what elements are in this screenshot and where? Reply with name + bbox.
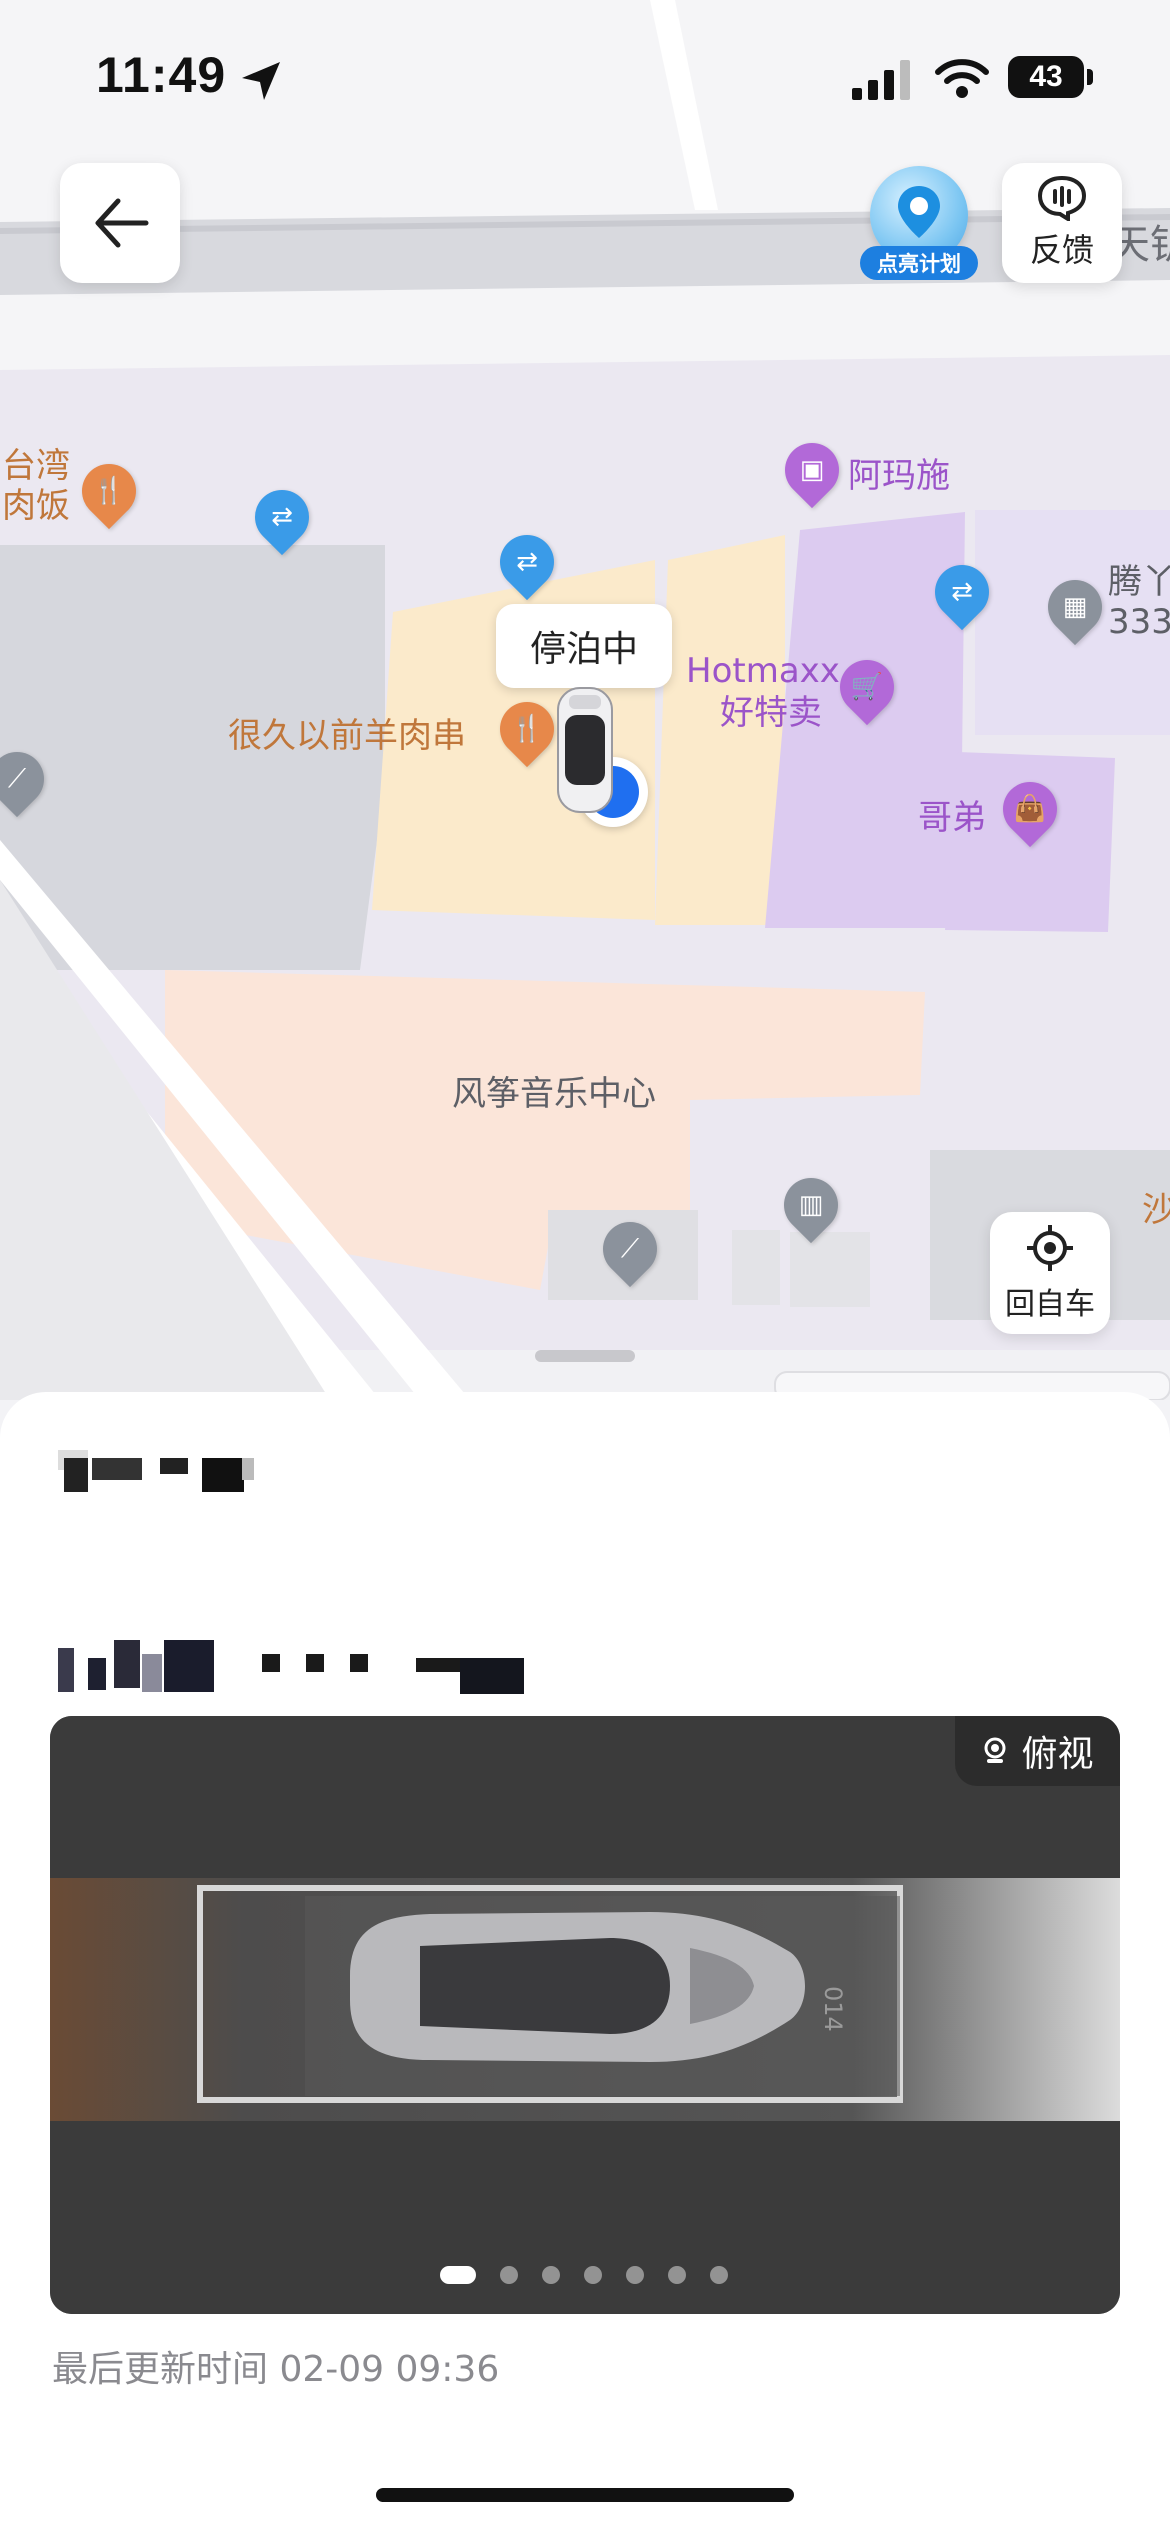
signal-bars-icon [852,60,910,100]
pager-dot[interactable] [626,2266,644,2284]
parking-pin-icon[interactable]: ⇄ [243,478,321,556]
poi-taiwan-label-line2: 肉饭 [2,486,70,526]
parking-pin-icon[interactable]: ⇄ [923,553,1001,631]
parking-camera-view[interactable]: 014 俯视 [50,1716,1120,2314]
light-plan-label: 点亮计划 [860,246,978,280]
cart-pin-icon[interactable]: 🛒 [828,648,906,726]
camera-plate-text: 014 [819,1986,847,2032]
map-view[interactable]: 天钥 台湾 肉饭 🍴 ⇄ ⇄ ⇄ ⟋ ▣ 阿玛施 ▦ 腾丫 333 Hotmax… [0,0,1170,1400]
last-updated-text: 最后更新时间 02-09 09:36 [52,2349,500,2390]
poi-hotmaxx-label-line1: Hotmaxx [686,651,840,691]
poi-teng-label-line2: 333 [1108,602,1170,642]
vehicle-name-pixelated [52,1450,254,1500]
pager-dot[interactable] [668,2266,686,2284]
back-button[interactable] [60,163,180,283]
battery-level: 43 [1029,60,1063,93]
view-mode-label: 俯视 [1021,1734,1094,1775]
arrow-left-icon [95,198,149,248]
shop-pin-icon[interactable]: ▣ [773,431,851,509]
feedback-button[interactable]: 反馈 [1002,163,1122,283]
poi-amashi-label[interactable]: 阿玛施 [848,448,950,497]
pager-dot-active[interactable] [440,2266,476,2284]
battery-icon: 43 [1008,56,1084,98]
poi-teng-label[interactable]: 腾丫 333 [1108,562,1170,642]
location-arrow-icon [242,62,280,100]
poi-teng-label-line1: 腾丫 [1108,562,1170,602]
camera-lens-icon [984,1737,1006,1763]
return-to-car-label: 回自车 [1005,1287,1095,1322]
pager-dot[interactable] [542,2266,560,2284]
car-marker-icon [557,687,613,813]
feedback-label: 反馈 [1029,231,1094,269]
return-to-car-button[interactable]: 回自车 [990,1212,1110,1334]
car-status-bubble: 停泊中 [496,604,672,688]
pager-dot[interactable] [584,2266,602,2284]
poi-kite-label[interactable]: 风筝音乐中心 [452,1066,656,1115]
locate-crosshair-icon [1027,1225,1073,1271]
pager-dot[interactable] [710,2266,728,2284]
poi-hotmaxx-label[interactable]: Hotmaxx 好特卖 [686,650,840,734]
view-mode-badge[interactable]: 俯视 [955,1716,1120,1786]
vehicle-address-pixelated [52,1636,532,1696]
feedback-chat-icon [1037,175,1087,221]
stairs-pin-icon[interactable]: ⟋ [591,1210,669,1288]
light-plan-button[interactable]: 点亮计划 [858,166,980,284]
poi-sha-label[interactable]: 沙 [1142,1182,1170,1231]
restaurant-pin-icon[interactable]: 🍴 [70,452,148,530]
poi-taiwan-label-line1: 台湾 [2,446,70,486]
poi-hotmaxx-label-line2: 好特卖 [720,693,822,733]
poi-lamb-label[interactable]: 很久以前羊肉串 [228,708,466,757]
status-time: 11:49 [96,47,227,103]
building-pin-icon[interactable]: ▦ [1036,568,1114,646]
sheet-drag-handle[interactable] [535,1350,635,1362]
battery-tip [1087,69,1093,85]
bag-pin-icon[interactable]: 👜 [991,770,1069,848]
poi-gedi-label[interactable]: 哥弟 [918,790,986,839]
poi-taiwan-label[interactable]: 台湾 肉饭 [2,446,70,526]
elevator-pin-icon[interactable]: ▥ [772,1166,850,1244]
restaurant-pin-icon[interactable]: 🍴 [488,690,566,768]
pager-dot[interactable] [500,2266,518,2284]
home-indicator[interactable] [376,2488,794,2502]
wifi-icon [935,59,989,98]
parking-pin-icon[interactable]: ⇄ [488,523,566,601]
camera-birdseye-image: 014 [50,1716,1120,2314]
